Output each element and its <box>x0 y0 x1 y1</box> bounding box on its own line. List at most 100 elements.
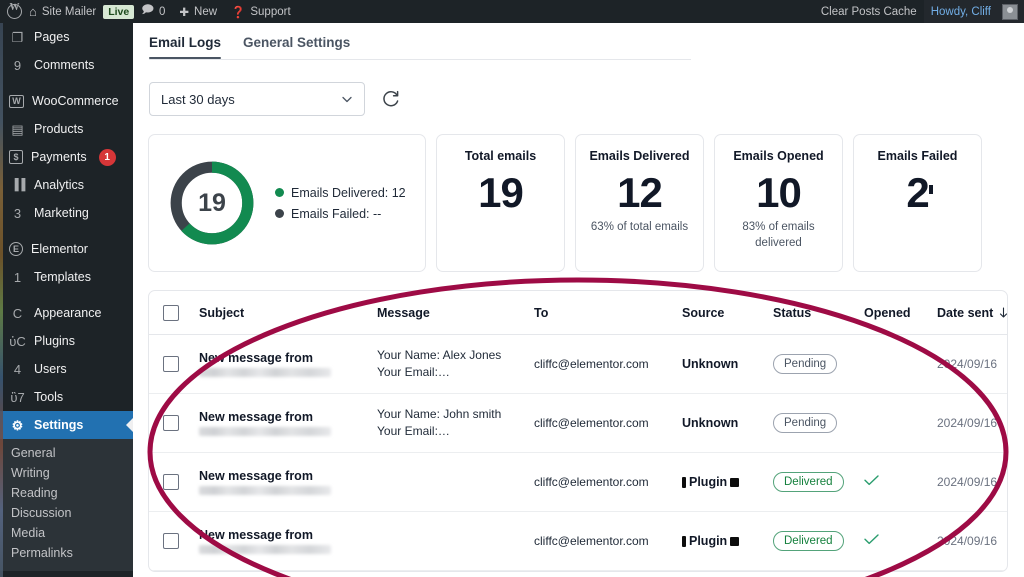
row-select-cell <box>163 533 199 549</box>
subject-title: New message from <box>199 351 377 365</box>
live-badge: Live <box>103 5 134 19</box>
woocommerce-icon: W <box>9 95 24 108</box>
column-header-status[interactable]: Status <box>773 306 864 320</box>
main-content: Email Logs General Settings Last 30 days <box>133 23 1024 577</box>
column-header-to[interactable]: To <box>534 306 682 320</box>
submenu-item-discussion[interactable]: Discussion <box>0 503 133 523</box>
plugins-icon: ὐC <box>9 335 26 348</box>
message-line: Your Name: John smith <box>377 406 534 423</box>
status-badge: Pending <box>773 354 837 374</box>
table-row[interactable]: New message from Your Name: Alex Jones You… <box>149 335 1007 394</box>
source-value: Unknown <box>682 357 773 371</box>
submenu-item-writing[interactable]: Writing <box>0 463 133 483</box>
menu-separator <box>0 227 133 235</box>
submenu-item-general[interactable]: General <box>0 443 133 463</box>
account-menu[interactable]: Howdy, Cliff <box>924 0 1024 23</box>
source-label: Unknown <box>682 357 738 371</box>
checkbox-icon[interactable] <box>163 415 179 431</box>
tab-general-settings[interactable]: General Settings <box>243 35 350 59</box>
sidebar-item-settings[interactable]: ⚙ Settings <box>0 411 133 439</box>
elementor-icon: E <box>9 242 23 256</box>
menu-separator <box>0 291 133 299</box>
tab-email-logs[interactable]: Email Logs <box>149 35 221 59</box>
wordpress-logo-icon[interactable] <box>7 4 22 19</box>
card-emails-opened: Emails Opened 10 83% of emails delivered <box>714 134 843 272</box>
sidebar-item-users[interactable]: ὆4 Users <box>0 355 133 383</box>
sidebar-item-label: Elementor <box>31 242 88 256</box>
cell-source: Plugin <box>682 534 773 548</box>
checkbox-icon[interactable] <box>163 356 179 372</box>
card-emails-delivered: Emails Delivered 12 63% of total emails <box>575 134 704 272</box>
chevron-down-icon <box>341 93 353 105</box>
column-header-date-sent[interactable]: Date sent <box>937 306 1008 320</box>
column-header-message[interactable]: Message <box>377 306 534 320</box>
card-title: Emails Failed <box>878 149 958 163</box>
home-icon: ⌂ <box>29 4 37 19</box>
legend-dot-delivered <box>275 188 284 197</box>
message-line: Your Email:… <box>377 423 534 440</box>
cell-date-sent: 2024/09/16 <box>937 534 1008 548</box>
payments-icon: $ <box>9 150 23 164</box>
sidebar-item-label: Comments <box>34 58 94 72</box>
checkbox-icon[interactable] <box>163 533 179 549</box>
tools-icon: ὒ7 <box>9 391 26 404</box>
source-label: Plugin <box>689 475 727 489</box>
subject-title: New message from <box>199 469 377 483</box>
stat-cards: 19 Emails Delivered: 12 Emails Failed: -… <box>133 116 1024 272</box>
table-row[interactable]: New message from cliffc@elementor.com Plug… <box>149 512 1007 571</box>
table-row[interactable]: New message from cliffc@elementor.com Plug… <box>149 453 1007 512</box>
cell-to: cliffc@elementor.com <box>534 357 682 371</box>
sidebar-item-pages[interactable]: ❐ Pages <box>0 23 133 51</box>
checkbox-icon[interactable] <box>163 305 179 321</box>
cell-message: Your Name: John smith Your Email:… <box>377 406 534 440</box>
products-icon: ▤ <box>9 123 26 136</box>
cell-to: cliffc@elementor.com <box>534 416 682 430</box>
select-all-cell <box>163 305 199 321</box>
admin-bar-new[interactable]: ✚ New <box>172 0 224 23</box>
redaction-block <box>682 536 686 547</box>
sidebar-item-woocommerce[interactable]: W WooCommerce <box>0 87 133 115</box>
settings-submenu: General Writing Reading Discussion Media Perm… <box>0 439 133 571</box>
date-range-select[interactable]: Last 30 days <box>149 82 365 116</box>
admin-bar-comments[interactable]: 🗩 0 <box>134 0 172 23</box>
sidebar-item-elementor[interactable]: E Elementor <box>0 235 133 263</box>
donut-center-value: 19 <box>165 156 259 250</box>
submenu-item-reading[interactable]: Reading <box>0 483 133 503</box>
table-row[interactable]: New message from Your Name: John smith You… <box>149 394 1007 453</box>
card-value: 10 <box>756 171 801 215</box>
submenu-item-media[interactable]: Media <box>0 523 133 543</box>
card-value: 12 <box>617 171 662 215</box>
new-label: New <box>194 6 217 18</box>
row-select-cell <box>163 356 199 372</box>
column-header-opened[interactable]: Opened <box>864 306 937 320</box>
cell-source: Plugin <box>682 475 773 489</box>
sidebar-item-plugins[interactable]: ὐC Plugins <box>0 327 133 355</box>
sidebar-item-tools[interactable]: ὒ7 Tools <box>0 383 133 411</box>
sidebar-item-payments[interactable]: $ Payments 1 <box>0 143 133 171</box>
cell-opened <box>864 532 937 550</box>
column-header-source[interactable]: Source <box>682 306 773 320</box>
subject-redacted-text <box>199 427 331 436</box>
clear-posts-cache-button[interactable]: Clear Posts Cache <box>814 0 924 23</box>
sidebar-item-marketing[interactable]: ὎3 Marketing <box>0 199 133 227</box>
sidebar-item-products[interactable]: ▤ Products <box>0 115 133 143</box>
sidebar-item-templates[interactable]: ὜1 Templates <box>0 263 133 291</box>
howdy-label: Howdy, Cliff <box>931 6 991 18</box>
checkbox-icon[interactable] <box>163 474 179 490</box>
submenu-item-permalinks[interactable]: Permalinks <box>0 543 133 563</box>
sidebar-item-analytics[interactable]: ▐▐ Analytics <box>0 171 133 199</box>
source-label: Plugin <box>689 534 727 548</box>
cell-subject: New message from <box>199 528 377 554</box>
column-header-subject[interactable]: Subject <box>199 306 377 320</box>
page-edge-strip <box>0 23 3 577</box>
admin-bar-site[interactable]: ⌂ Site Mailer <box>22 0 103 23</box>
subject-redacted-text <box>199 545 331 554</box>
screen: ⌂ Site Mailer Live 🗩 0 ✚ New ❓ Support C… <box>0 0 1024 577</box>
comment-bubble-icon: 🗩 <box>141 2 154 21</box>
sidebar-item-appearance[interactable]: ὘C Appearance <box>0 299 133 327</box>
cell-to: cliffc@elementor.com <box>534 534 682 548</box>
admin-bar-support[interactable]: ❓ Support <box>224 0 298 23</box>
sidebar-item-comments[interactable]: ὞9 Comments <box>0 51 133 79</box>
delivery-summary-card: 19 Emails Delivered: 12 Emails Failed: -… <box>148 134 426 272</box>
refresh-icon[interactable] <box>381 89 401 109</box>
